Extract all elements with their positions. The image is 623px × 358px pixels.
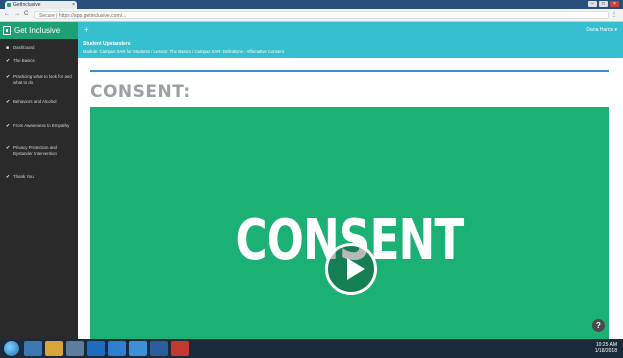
browser-menu-icon[interactable]: ⋮ <box>611 11 617 18</box>
start-button[interactable] <box>4 341 19 356</box>
app-icon[interactable] <box>108 341 126 356</box>
user-menu[interactable]: Dana Harris ▾ <box>586 22 617 39</box>
check-icon: ✔ <box>6 145 11 151</box>
check-icon: ✔ <box>6 99 11 105</box>
window-controls: – □ × <box>588 1 619 8</box>
sidebar-item-behaviors[interactable]: ✔ Behaviors and Alcohol <box>6 99 72 105</box>
help-icon[interactable]: ? <box>592 319 605 332</box>
close-tab-icon[interactable]: × <box>72 1 75 9</box>
tray-date: 1/18/2018 <box>594 348 617 354</box>
forward-icon[interactable]: → <box>14 11 20 17</box>
video-player[interactable]: CONSENT <box>90 107 609 339</box>
browser-icon[interactable] <box>87 341 105 356</box>
sidebar-item-the-basics[interactable]: ✔ The Basics <box>6 58 72 64</box>
sidebar-item-practicing[interactable]: ✔ Practicing what to look for and what t… <box>6 74 72 86</box>
app-icon[interactable] <box>66 341 84 356</box>
browser-tab-title: GetInclusive <box>13 2 41 8</box>
nav-buttons: ← → C <box>4 11 28 17</box>
sidebar-item-label: Thank You <box>13 174 34 179</box>
favicon-icon <box>7 3 11 7</box>
sidebar-item-privacy[interactable]: ✔ Privacy Protection and Bystander Inter… <box>6 145 72 157</box>
grid-icon: ■ <box>6 45 10 51</box>
browser-tab-bar: GetInclusive × – □ × <box>0 0 623 9</box>
sidebar: ■ Dashboard ✔ The Basics ✔ Practicing wh… <box>0 39 78 339</box>
app-header: Get Inclusive + Dana Harris ▾ <box>0 22 623 39</box>
sidebar-item-dashboard[interactable]: ■ Dashboard <box>6 45 72 51</box>
course-title: Student Upstanders <box>83 41 131 47</box>
app-icon[interactable] <box>150 341 168 356</box>
taskbar-icons <box>24 341 189 356</box>
app-icon[interactable] <box>171 341 189 356</box>
address-bar: ← → C Secure | https://app.getinclusive.… <box>0 9 623 22</box>
app-icon[interactable] <box>24 341 42 356</box>
check-icon: ✔ <box>6 58 11 64</box>
brand-name: Get Inclusive <box>14 26 61 35</box>
sidebar-item-awareness[interactable]: ✔ From Awareness to Empathy <box>6 123 72 129</box>
sidebar-item-label: Privacy Protection and Bystander Interve… <box>13 145 57 156</box>
sidebar-item-label: Dashboard <box>13 45 35 50</box>
back-icon[interactable]: ← <box>4 11 10 17</box>
reload-icon[interactable]: C <box>24 11 28 17</box>
sidebar-item-thank-you[interactable]: ✔ Thank You <box>6 174 72 180</box>
sidebar-item-label: The Basics <box>13 58 35 63</box>
check-icon: ✔ <box>6 174 11 180</box>
folder-icon[interactable] <box>45 341 63 356</box>
taskbar: 10:25 AM 1/18/2018 <box>0 339 623 358</box>
check-icon: ✔ <box>6 74 11 80</box>
app-icon[interactable] <box>129 341 147 356</box>
logo-icon <box>3 26 11 35</box>
page-title: CONSENT: <box>90 82 191 102</box>
divider <box>90 70 609 72</box>
system-tray[interactable]: 10:25 AM 1/18/2018 <box>595 342 617 354</box>
sidebar-item-label: From Awareness to Empathy <box>13 123 70 128</box>
maximize-button[interactable]: □ <box>599 1 608 7</box>
browser-tab[interactable]: GetInclusive × <box>5 1 77 9</box>
breadcrumb-path[interactable]: Module: Campus SAR for Students / Lesson… <box>83 49 284 54</box>
sidebar-item-label: Practicing what to look for and what to … <box>13 74 72 85</box>
check-icon: ✔ <box>6 123 11 129</box>
minimize-button[interactable]: – <box>588 1 597 7</box>
close-window-button[interactable]: × <box>610 1 619 7</box>
add-icon[interactable]: + <box>84 25 89 34</box>
main-content: CONSENT: CONSENT ? <box>78 58 623 339</box>
play-button[interactable] <box>325 243 377 295</box>
url-field[interactable]: Secure | https://app.getinclusive.com/..… <box>34 11 609 19</box>
brand-logo[interactable]: Get Inclusive <box>0 22 78 39</box>
sidebar-item-label: Behaviors and Alcohol <box>13 99 57 104</box>
breadcrumb: Student Upstanders Module: Campus SAR fo… <box>78 39 623 58</box>
